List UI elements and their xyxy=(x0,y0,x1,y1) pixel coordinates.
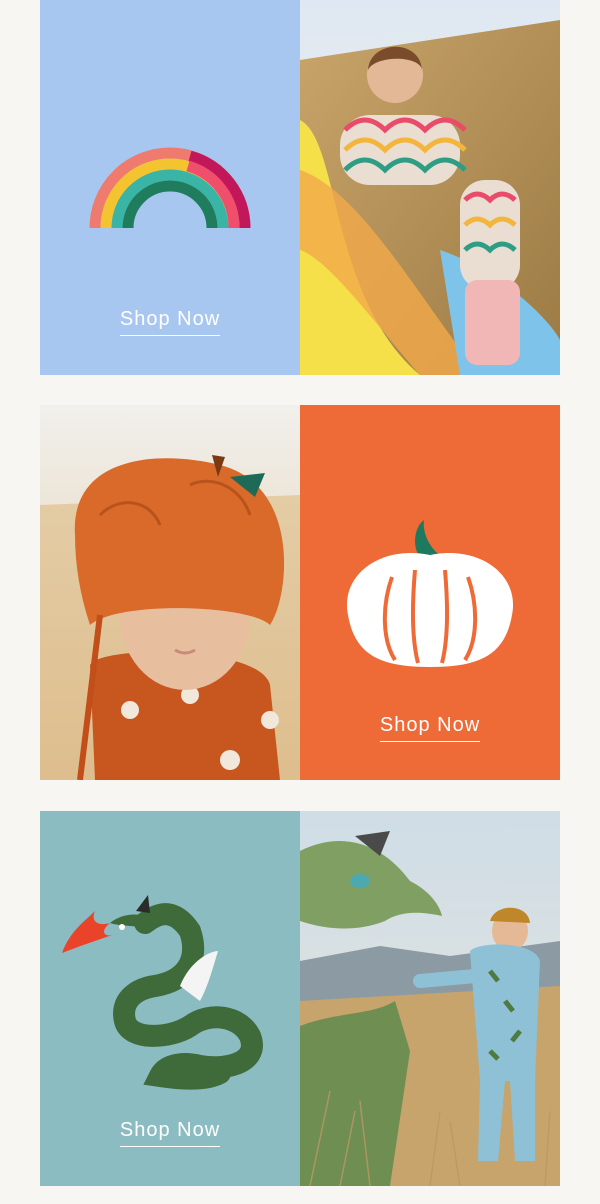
rainbow-promo-tile[interactable]: Shop Now xyxy=(40,0,300,375)
child-in-rainbow-pajamas-photo[interactable] xyxy=(300,0,560,375)
baby-in-pumpkin-hat-photo[interactable] xyxy=(40,405,300,780)
photo-pumpkin-scene xyxy=(40,405,300,780)
shop-now-link-rainbow[interactable]: Shop Now xyxy=(40,308,300,336)
shop-now-link-pumpkin[interactable]: Shop Now xyxy=(300,714,560,742)
promo-row-pumpkin: Shop Now xyxy=(40,405,560,780)
pumpkin-promo-tile[interactable]: Shop Now xyxy=(300,405,560,780)
photo-rainbow-scene xyxy=(300,0,560,375)
promo-row-rainbow: Shop Now xyxy=(40,0,560,375)
shop-now-link-dragon[interactable]: Shop Now xyxy=(40,1119,300,1147)
photo-dragon-scene xyxy=(300,811,560,1186)
promo-row-dragon: Shop Now xyxy=(40,811,560,1186)
boy-with-dragon-costume-photo[interactable] xyxy=(300,811,560,1186)
dragon-promo-tile[interactable]: Shop Now xyxy=(40,811,300,1186)
